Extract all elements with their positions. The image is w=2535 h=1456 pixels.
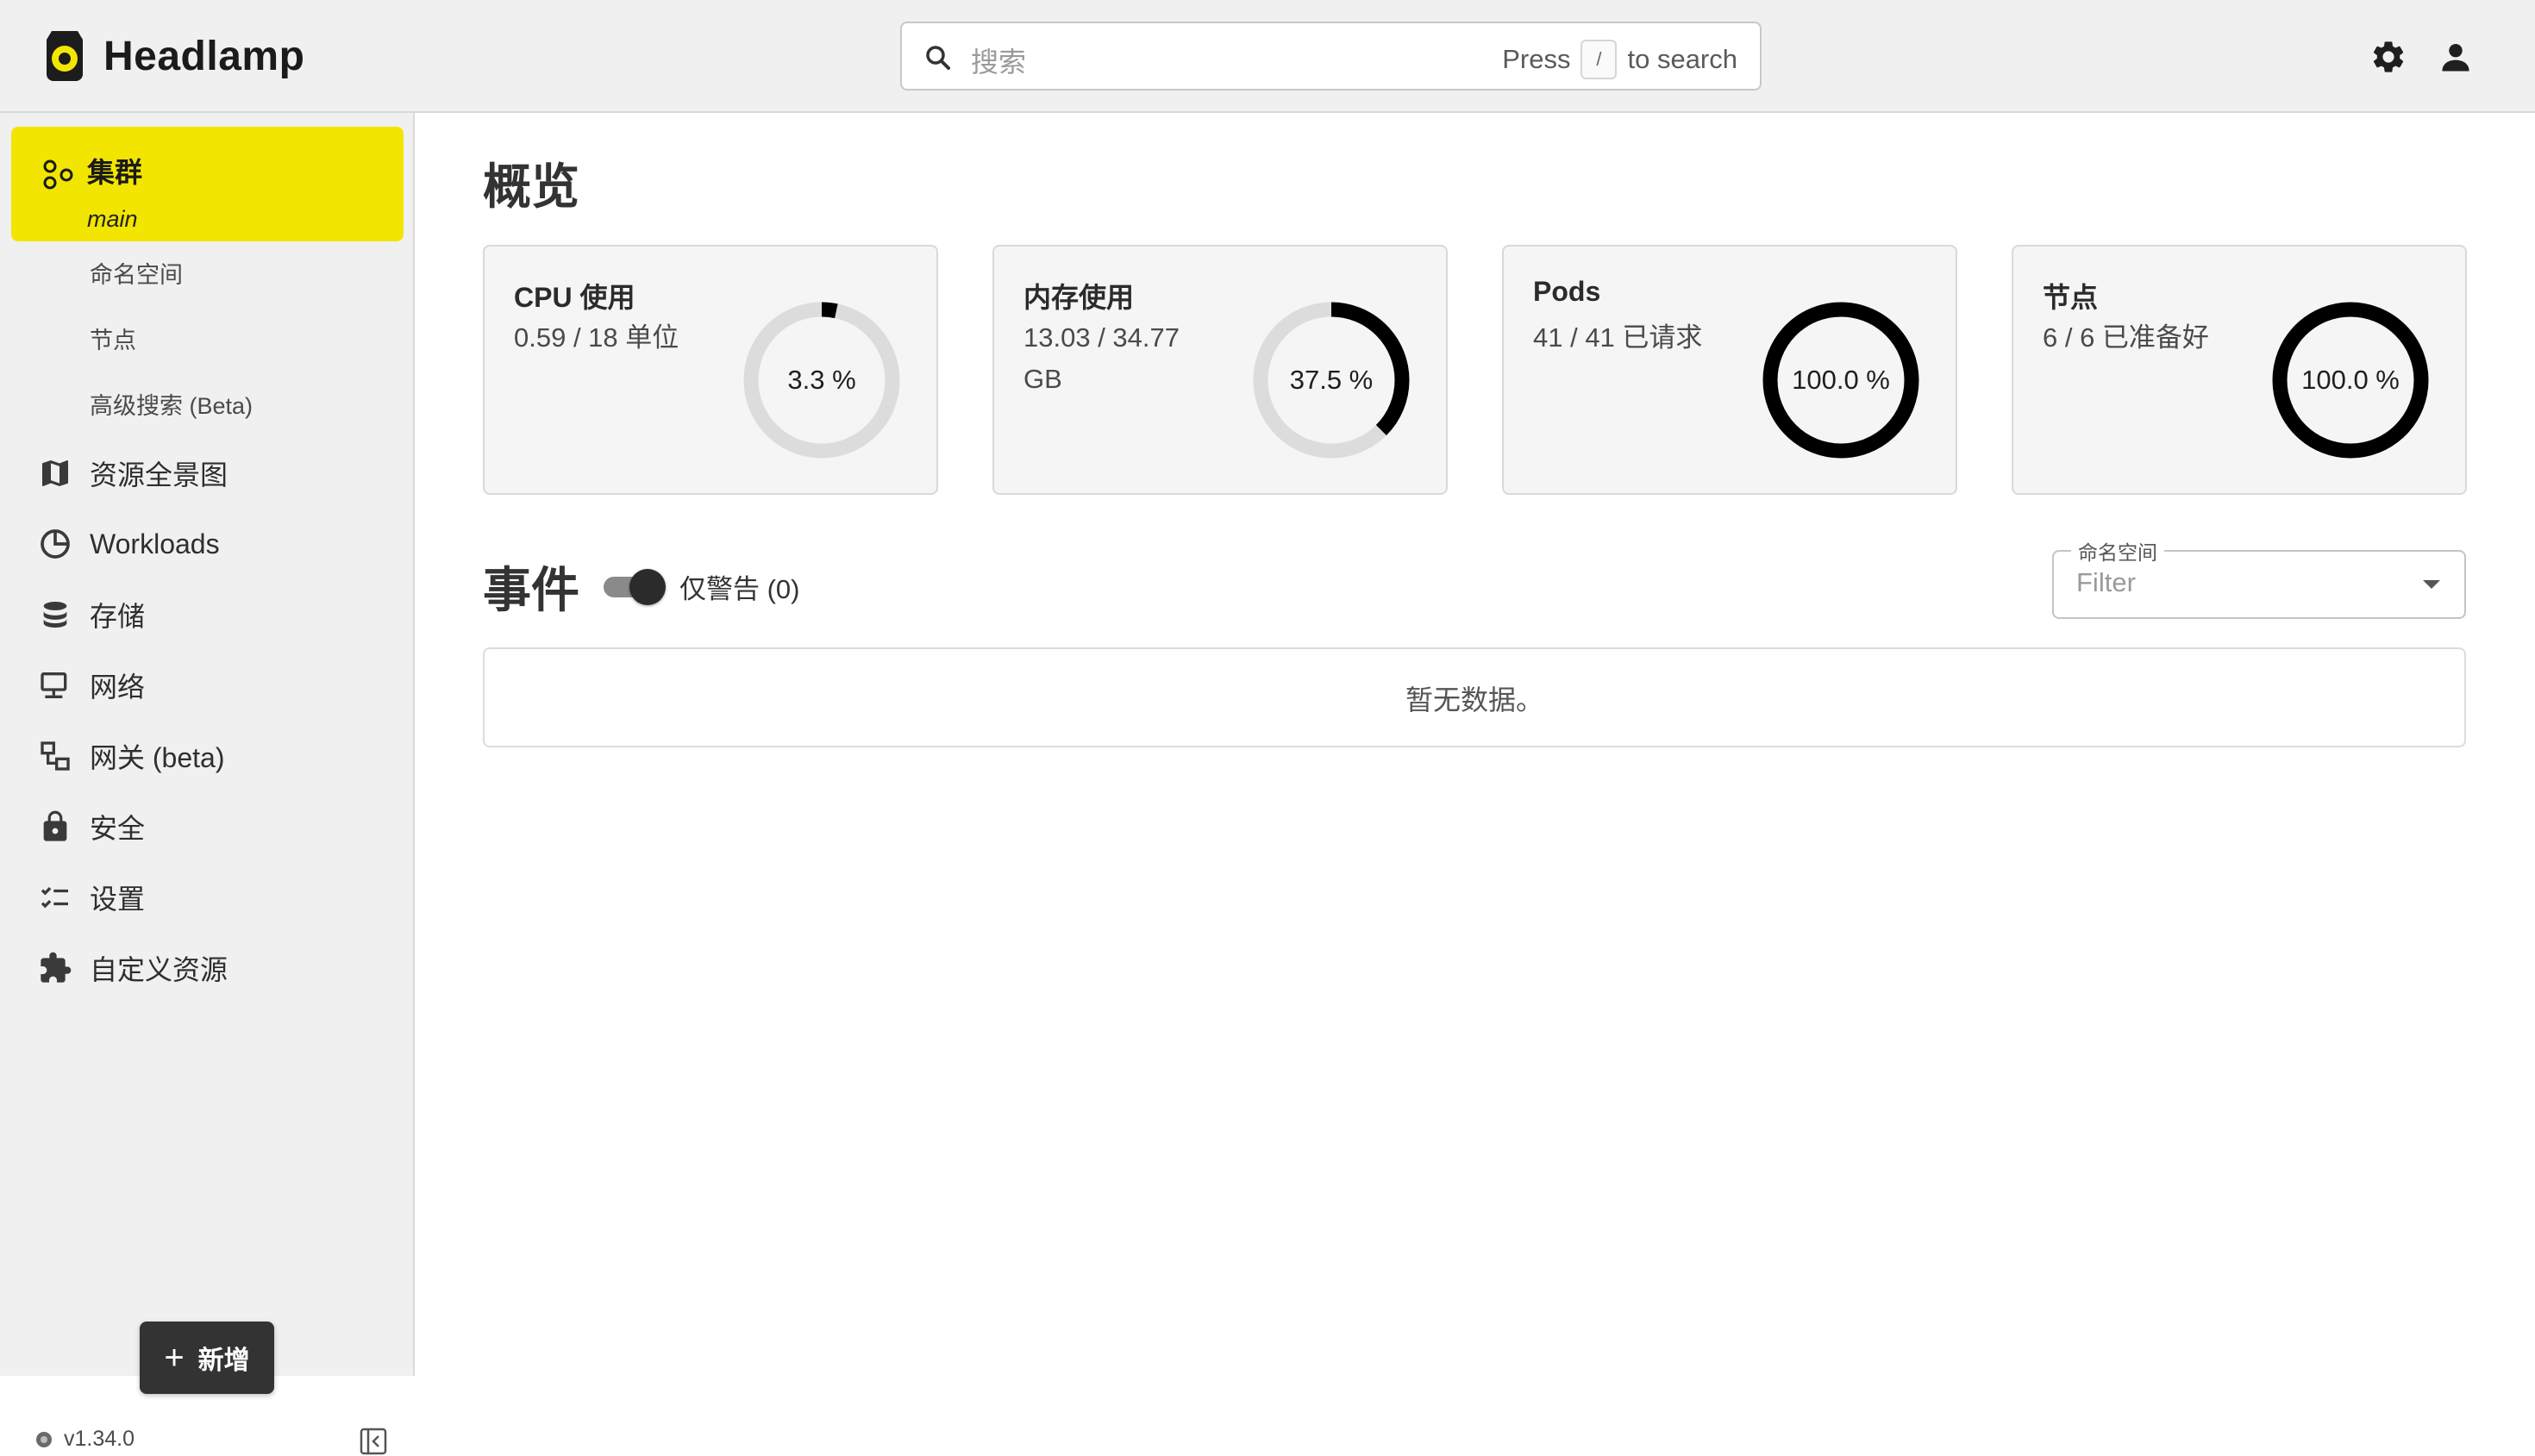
pie-chart-icon — [41, 529, 70, 559]
lock-icon — [43, 810, 67, 841]
card-title: 内存使用 — [1023, 282, 1135, 313]
ring-percent-label: 37.5 % — [1290, 365, 1374, 395]
sidebar-item-gateway[interactable]: 网关 (beta) — [38, 734, 225, 778]
events-table: 暂无数据。 — [483, 647, 2466, 747]
sidebar-item-network[interactable]: 网络 — [38, 664, 145, 707]
version-icon — [36, 1431, 52, 1447]
app-version: v1.34.0 — [34, 1427, 135, 1452]
map-icon — [42, 460, 68, 486]
puzzle-icon — [41, 952, 72, 983]
page-title: 概览 — [483, 159, 579, 214]
search-shortcut-key: / — [1580, 40, 1618, 79]
sidebar-item-workloads-label: Workloads — [90, 528, 220, 559]
namespace-filter-label: 命名空间 — [2071, 536, 2164, 566]
namespace-filter-select[interactable]: 命名空间 Filter — [2052, 536, 2466, 619]
top-bar: Headlamp 搜索 Press / to search — [0, 0, 2535, 113]
app-name: Headlamp — [103, 33, 305, 79]
ring-percent-label: 100.0 % — [1792, 365, 1890, 395]
card-value: 6 / 6 已准备好 — [2043, 322, 2209, 353]
toggle-thumb — [629, 569, 666, 605]
sidebar-item-cluster-label: 集群 — [87, 157, 143, 188]
usage-ring: 100.0 % — [2272, 302, 2429, 459]
chevron-down-icon — [2423, 580, 2440, 589]
empty-state-text: 暂无数据。 — [1405, 684, 1543, 716]
card-title: Pods — [1533, 276, 1601, 307]
memory-usage-card: 内存使用 13.03 / 34.77 GB 37.5 % — [992, 245, 1448, 495]
search-hint: Press / to search — [1502, 40, 1737, 79]
sidebar-subitem-namespaces[interactable]: 命名空间 — [90, 256, 183, 290]
warnings-only-toggle[interactable] — [600, 566, 669, 607]
nodes-card: 节点 6 / 6 已准备好 100.0 % — [2012, 245, 2467, 495]
usage-ring: 100.0 % — [1762, 302, 1919, 459]
plus-icon: + — [164, 1339, 185, 1377]
search-placeholder: 搜索 — [971, 47, 1027, 78]
sidebar-item-network-label: 网络 — [90, 672, 146, 703]
card-value: 13.03 / 34.77 GB — [1023, 322, 1180, 394]
sidebar-subitem-advanced-search[interactable]: 高级搜索 (Beta) — [90, 387, 253, 421]
search-hint-prefix: Press — [1502, 44, 1571, 74]
events-title: 事件 — [483, 563, 579, 617]
sidebar-item-storage[interactable]: 存储 — [38, 593, 145, 636]
sidebar-item-cluster[interactable]: 集群 main — [11, 127, 404, 241]
card-title: CPU 使用 — [514, 282, 635, 313]
sidebar-item-custom-resources-label: 自定义资源 — [90, 954, 228, 985]
sidebar-item-security-label: 安全 — [90, 813, 146, 844]
new-resource-button-label: 新增 — [197, 1347, 250, 1375]
cluster-icon — [43, 159, 73, 190]
ring-percent-label: 100.0 % — [2301, 365, 2400, 395]
sidebar-item-security[interactable]: 安全 — [38, 805, 145, 848]
search-input[interactable]: 搜索 Press / to search — [900, 22, 1762, 91]
sidebar: 集群 main 命名空间 节点 高级搜索 (Beta) 资源全景图 Worklo… — [0, 113, 415, 1455]
sidebar-item-workloads[interactable]: Workloads — [38, 522, 220, 566]
sidebar-item-storage-label: 存储 — [90, 601, 146, 632]
ring-percent-label: 3.3 % — [787, 365, 855, 395]
database-icon — [43, 602, 67, 628]
network-icon — [41, 672, 67, 698]
pods-card: Pods 41 / 41 已请求 100.0 % — [1502, 245, 1957, 495]
collapse-sidebar-icon[interactable] — [359, 1427, 388, 1456]
cluster-name: main — [87, 206, 138, 232]
card-value: 0.59 / 18 单位 — [514, 322, 679, 353]
sidebar-item-gateway-label: 网关 (beta) — [90, 742, 225, 773]
sidebar-subitem-nodes[interactable]: 节点 — [90, 322, 136, 355]
card-value: 41 / 41 已请求 — [1533, 322, 1703, 353]
gateway-icon — [41, 741, 70, 771]
sidebar-item-custom-resources[interactable]: 自定义资源 — [38, 947, 228, 990]
new-resource-button[interactable]: + 新增 — [140, 1322, 274, 1394]
namespace-filter-placeholder: Filter — [2076, 567, 2136, 597]
sidebar-item-map[interactable]: 资源全景图 — [38, 452, 228, 495]
gear-icon[interactable] — [2369, 38, 2407, 76]
sidebar-item-settings[interactable]: 设置 — [38, 876, 145, 919]
usage-ring: 3.3 % — [743, 302, 900, 459]
user-icon[interactable] — [2437, 38, 2475, 76]
headlamp-logo-icon — [47, 31, 83, 81]
warnings-only-label: 仅警告 (0) — [679, 574, 800, 604]
search-hint-suffix: to search — [1627, 44, 1737, 74]
checklist-icon — [41, 886, 68, 909]
search-icon — [926, 46, 950, 70]
sidebar-item-settings-label: 设置 — [90, 884, 146, 915]
usage-ring: 37.5 % — [1253, 302, 1410, 459]
headlamp-logo[interactable]: Headlamp — [41, 26, 304, 86]
card-title: 节点 — [2043, 282, 2099, 313]
app-version-text: v1.34.0 — [64, 1427, 135, 1451]
cpu-usage-card: CPU 使用 0.59 / 18 单位 3.3 % — [483, 245, 938, 495]
sidebar-item-map-label: 资源全景图 — [90, 459, 228, 491]
